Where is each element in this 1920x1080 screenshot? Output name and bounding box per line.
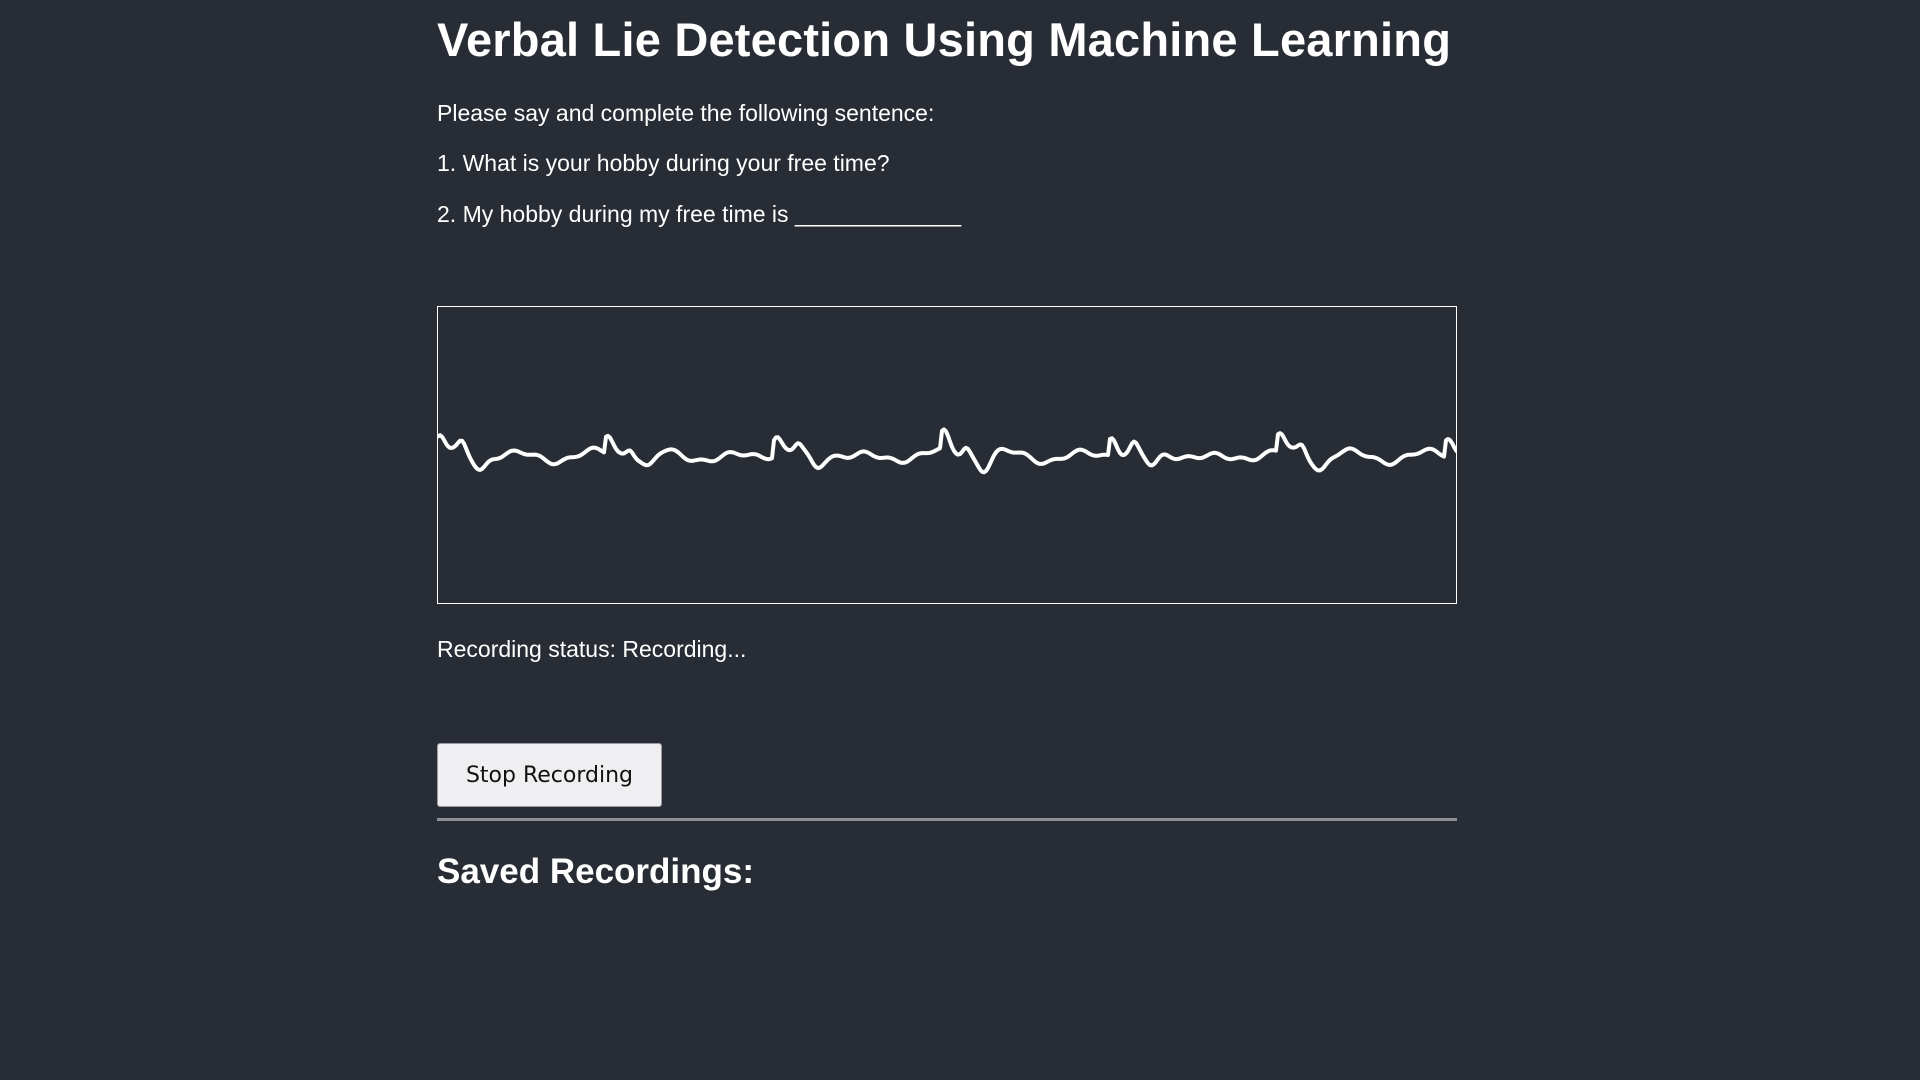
saved-recordings-heading: Saved Recordings: [437, 852, 755, 891]
waveform-visualizer [437, 306, 1457, 604]
divider [437, 818, 1457, 821]
recording-status: Recording status: Recording... [437, 636, 747, 662]
instruction-prompt: Please say and complete the following se… [437, 100, 935, 126]
stop-recording-button[interactable]: Stop Recording [437, 743, 662, 807]
question-1: 1. What is your hobby during your free t… [437, 150, 890, 176]
question-2: 2. My hobby during my free time is _____… [437, 201, 962, 227]
page-title: Verbal Lie Detection Using Machine Learn… [437, 13, 1452, 66]
waveform-canvas [438, 427, 1456, 475]
waveform-line [438, 427, 1456, 475]
